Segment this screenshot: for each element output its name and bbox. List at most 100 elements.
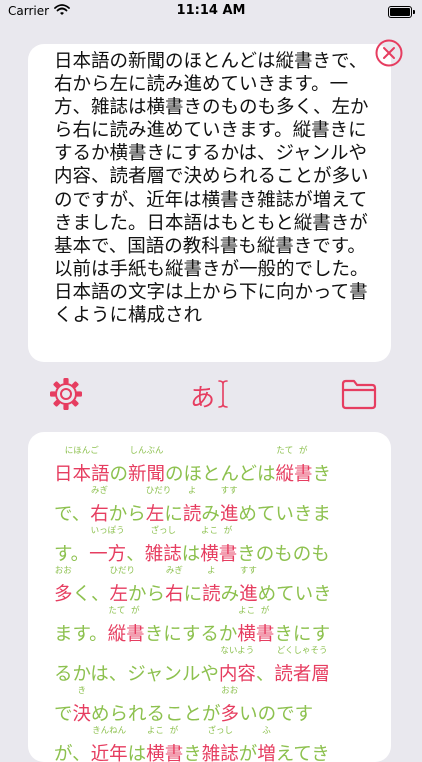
base-text: に bbox=[183, 584, 203, 605]
folder-icon[interactable] bbox=[340, 378, 378, 410]
kanji-with-reading: おお多 bbox=[54, 564, 73, 606]
kana-text: は bbox=[128, 724, 147, 762]
base-text: で bbox=[54, 704, 73, 725]
kana-text: 、 bbox=[126, 524, 145, 566]
kanji-with-reading: ひだり左 bbox=[109, 564, 136, 606]
kanji-with-reading: が書 bbox=[126, 604, 145, 646]
kanji-with-reading: ふ増 bbox=[257, 724, 276, 762]
base-text: 多 bbox=[54, 584, 73, 605]
kanji-with-reading: が書 bbox=[165, 724, 184, 762]
mode-glyph: あ bbox=[190, 383, 216, 412]
furigana-reading: が bbox=[169, 726, 179, 736]
kanji-with-reading: ないよう 内容 bbox=[219, 644, 256, 686]
furigana-reading: たて bbox=[108, 606, 126, 616]
base-text: 一方 bbox=[89, 544, 127, 565]
base-text: 雑誌 bbox=[201, 744, 239, 762]
kanji-with-reading: しんぶん 新聞 bbox=[128, 444, 165, 486]
base-text: 多 bbox=[220, 704, 240, 725]
furigana-reading: が bbox=[131, 606, 140, 616]
furigana-reading: おお bbox=[221, 686, 239, 696]
kana-text: き bbox=[313, 444, 332, 486]
gear-icon[interactable] bbox=[48, 376, 84, 412]
base-text: み bbox=[201, 504, 220, 525]
kana-text: きにす bbox=[274, 604, 330, 646]
base-text: は bbox=[181, 544, 201, 565]
furigana-reading: よこ bbox=[146, 726, 164, 736]
kana-text: が、 bbox=[54, 724, 91, 762]
kana-text: の bbox=[110, 444, 129, 486]
base-text: 書 bbox=[255, 624, 275, 645]
base-text: えてき bbox=[275, 744, 330, 762]
base-text: 書 bbox=[218, 544, 238, 565]
status-bar: Carrier 11:14 AM bbox=[0, 0, 422, 24]
base-text: 横 bbox=[237, 624, 256, 645]
furigana-output-card: にほんご 日本語のしんぶん 新聞 のほとんどは たて縦が書きで、 みぎ右から ひだり左によ読… bbox=[28, 432, 391, 762]
kana-text: きのものも bbox=[237, 524, 330, 566]
kanji-with-reading: たて縦 bbox=[276, 444, 295, 486]
furigana-reading: ふ bbox=[262, 726, 271, 736]
kanji-with-reading: が書 bbox=[219, 524, 238, 566]
kana-text: るかは、ジャンルや bbox=[54, 644, 219, 686]
clock: 11:14 AM bbox=[176, 3, 246, 18]
base-text: の bbox=[109, 464, 129, 485]
kana-text: で、 bbox=[54, 484, 90, 526]
kanji-with-reading: きんねん 近年 bbox=[91, 724, 128, 762]
kana-text: めていきま bbox=[238, 484, 331, 526]
furigana-reading: すす bbox=[239, 566, 257, 576]
furigana-reading: にほんご bbox=[64, 446, 99, 456]
base-text: 左 bbox=[145, 504, 165, 525]
base-text: 右 bbox=[90, 504, 109, 525]
kanji-with-reading: たて縦 bbox=[108, 604, 127, 646]
kana-text: く、 bbox=[73, 564, 110, 606]
kanji-with-reading: よこ横 bbox=[200, 524, 219, 566]
base-text: 、 bbox=[255, 664, 275, 685]
kana-text: から bbox=[109, 484, 146, 526]
input-text-area[interactable]: 日本語の新聞のほとんどは縦書きで、右から左に読み進めていきます。一方、雑誌は横書… bbox=[54, 50, 372, 327]
kanji-with-reading: すす進 bbox=[220, 484, 239, 526]
output-line: ます。 たて縦が書きにするか よこ横が書きにす bbox=[54, 604, 330, 646]
kana-text: で bbox=[54, 684, 73, 726]
output-line: す。 いっぽう 一方、ざっし 雑誌はよこ横が書きのものも bbox=[54, 524, 330, 566]
close-circle-icon[interactable] bbox=[374, 38, 404, 68]
output-line: るかは、ジャンルや ないよう内容、どくしゃそう 読者層 bbox=[54, 644, 330, 686]
base-text: 近年 bbox=[90, 744, 128, 762]
base-text: めていき bbox=[257, 584, 332, 605]
kana-text: み bbox=[201, 484, 220, 526]
base-text: す。 bbox=[54, 544, 90, 565]
output-line: が、 きんねん 近年はよこ横が書きざっし 雑誌がふ増えてき bbox=[54, 724, 330, 762]
base-text: いのです bbox=[239, 704, 314, 725]
kanji-with-reading: どくしゃそう 読者層 bbox=[274, 644, 330, 686]
output-line: でき決められることが おお多いのです bbox=[54, 684, 314, 726]
base-text: 左 bbox=[109, 584, 129, 605]
kanji-with-reading: ひだり左 bbox=[145, 484, 172, 526]
kanji-with-reading: よ読 bbox=[183, 484, 202, 526]
furigana-reading: ないよう bbox=[220, 646, 255, 656]
base-text: めていきま bbox=[238, 504, 331, 525]
base-text: が bbox=[238, 744, 258, 762]
base-text: 進 bbox=[219, 504, 239, 525]
kana-text: 、 bbox=[256, 644, 275, 686]
base-text: きにするか bbox=[144, 624, 238, 645]
base-text: 決 bbox=[72, 704, 92, 725]
base-text: きにす bbox=[274, 624, 331, 645]
kana-text: ます。 bbox=[54, 604, 108, 646]
battery-icon bbox=[388, 6, 415, 18]
base-text: は bbox=[127, 744, 147, 762]
kana-text: す。 bbox=[54, 524, 89, 566]
base-text: 読者層 bbox=[274, 664, 330, 685]
hiragana-text-cursor-icon[interactable]: あ bbox=[188, 376, 232, 412]
kanji-with-reading: すす進 bbox=[239, 564, 258, 606]
base-text: 内容 bbox=[218, 664, 256, 685]
base-text: 雑誌 bbox=[144, 544, 182, 565]
base-text: が、 bbox=[54, 744, 91, 762]
base-text: に bbox=[164, 504, 183, 525]
furigana-reading: よこ bbox=[200, 526, 218, 536]
kanji-with-reading: よこ横 bbox=[237, 604, 256, 646]
kanji-with-reading: おお多 bbox=[221, 684, 240, 726]
input-text-card[interactable]: 日本語の新聞のほとんどは縦書きで、右から左に読み進めていきます。一方、雑誌は横書… bbox=[28, 44, 391, 362]
kana-text: は bbox=[182, 524, 201, 566]
kana-text: えてき bbox=[276, 724, 330, 762]
furigana-reading: ひだり bbox=[109, 566, 136, 576]
kana-text: められることが bbox=[91, 684, 221, 726]
kanji-with-reading: が書 bbox=[256, 604, 275, 646]
